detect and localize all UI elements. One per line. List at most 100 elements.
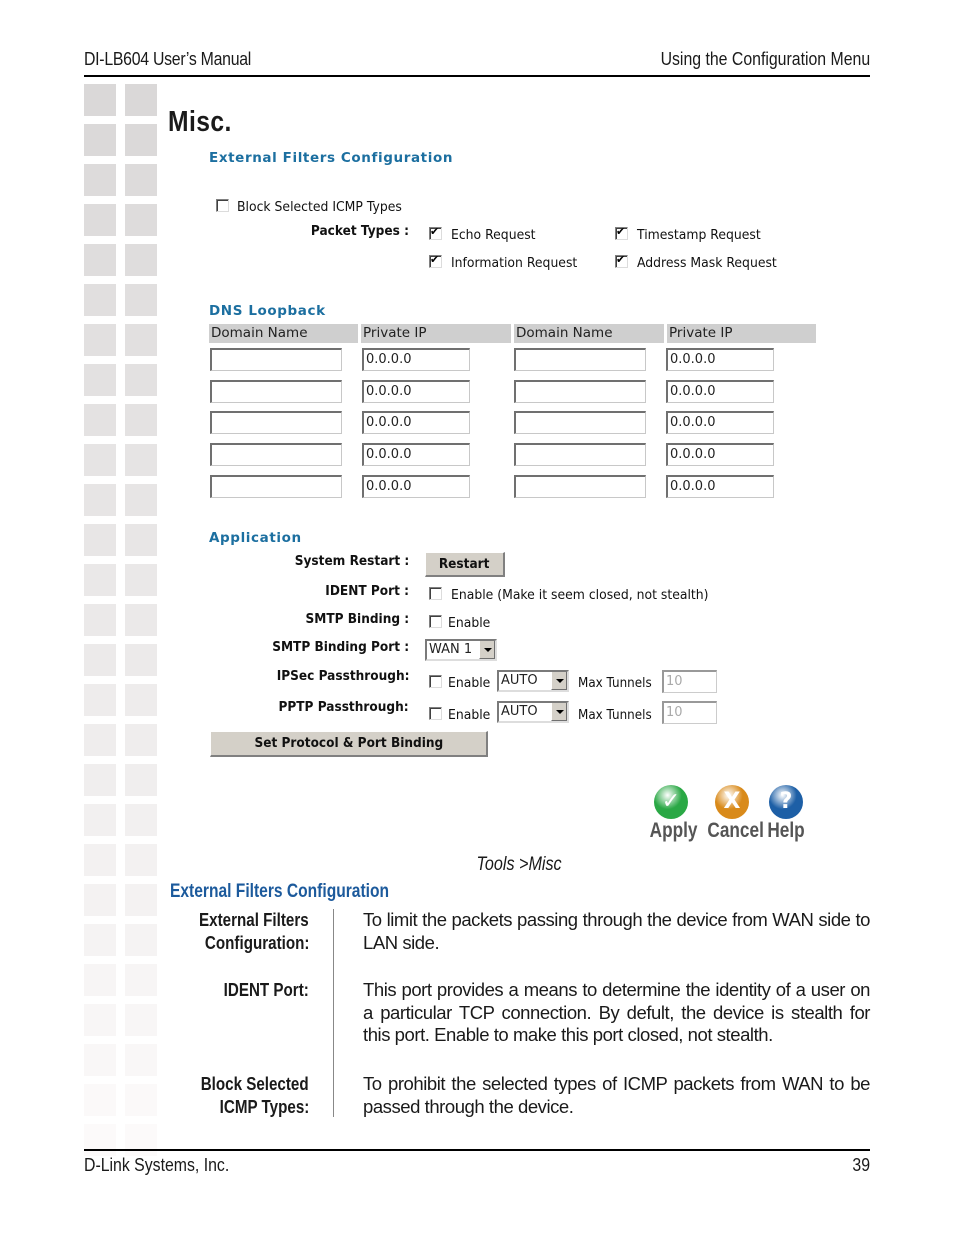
ipsec-enable-label: Enable	[448, 675, 491, 691]
private-ip-input[interactable]: 0.0.0.0	[362, 474, 470, 498]
decorative-square	[84, 964, 116, 996]
page-title: Misc.	[168, 106, 232, 138]
decorative-square	[84, 284, 116, 316]
private-ip-input[interactable]: 0.0.0.0	[362, 443, 470, 467]
domain-name-input[interactable]	[514, 379, 646, 403]
column-header: Domain Name	[209, 324, 358, 343]
decorative-square	[125, 764, 157, 796]
column-header: Private IP	[361, 324, 511, 343]
column-header: Private IP	[667, 324, 816, 343]
restart-button[interactable]: Restart	[425, 552, 505, 577]
decorative-square	[84, 164, 116, 196]
ipsec-max-tunnels-input[interactable]: 10	[662, 670, 717, 693]
private-ip-input[interactable]: 0.0.0.0	[666, 379, 774, 403]
close-icon: X	[715, 785, 749, 819]
block-icmp-checkbox[interactable]	[216, 199, 229, 212]
domain-name-input[interactable]	[514, 411, 646, 435]
domain-name-input[interactable]	[514, 443, 646, 467]
smtp-enable-checkbox[interactable]	[429, 615, 442, 628]
decorative-sidebar	[84, 84, 160, 1156]
timestamp-request-checkbox[interactable]	[615, 225, 628, 240]
private-ip-input[interactable]: 0.0.0.0	[666, 443, 774, 467]
chevron-down-icon[interactable]	[479, 641, 495, 659]
decorative-square	[84, 884, 116, 916]
decorative-square	[125, 964, 157, 996]
decorative-square	[84, 924, 116, 956]
apply-button[interactable]: ✓ Apply	[645, 785, 698, 843]
decorative-square	[125, 684, 157, 716]
cancel-button[interactable]: X Cancel	[702, 785, 764, 843]
private-ip-input[interactable]: 0.0.0.0	[362, 379, 470, 403]
help-icon: ?	[769, 785, 803, 819]
ipsec-enable-checkbox[interactable]	[429, 675, 442, 688]
domain-name-input[interactable]	[210, 411, 342, 435]
decorative-square	[84, 204, 116, 236]
decorative-square	[125, 404, 157, 436]
private-ip-input[interactable]: 0.0.0.0	[362, 411, 470, 435]
pptp-max-tunnels-input[interactable]: 10	[662, 701, 717, 724]
decorative-square	[84, 724, 116, 756]
set-binding-button-label: Set Protocol & Port Binding	[254, 735, 443, 751]
decorative-square	[125, 164, 157, 196]
set-protocol-port-binding-button[interactable]: Set Protocol & Port Binding	[210, 731, 488, 757]
dns-table-header: Domain Name Private IP Domain Name Priva…	[209, 324, 816, 343]
private-ip-input[interactable]: 0.0.0.0	[666, 411, 774, 435]
decorative-square	[84, 1124, 116, 1156]
description-heading: External Filters Configuration	[170, 881, 390, 902]
description-definition: To limit the packets passing through the…	[363, 909, 870, 953]
decorative-square	[125, 524, 157, 556]
pptp-mode-select[interactable]: AUTO	[497, 701, 569, 723]
smtp-binding-port-select[interactable]: WAN 1	[425, 639, 497, 661]
description-definition: This port provides a means to determine …	[363, 979, 870, 1045]
decorative-square	[125, 204, 157, 236]
application-heading: Application	[209, 530, 302, 546]
domain-name-input[interactable]	[210, 348, 342, 371]
private-ip-input[interactable]: 0.0.0.0	[666, 474, 774, 498]
domain-name-input[interactable]	[514, 348, 646, 371]
ident-enable-checkbox[interactable]	[429, 587, 442, 600]
description-term: IDENT Port:	[170, 979, 309, 1002]
domain-name-input[interactable]	[210, 443, 342, 467]
description-term: Block Selected ICMP Types:	[170, 1073, 309, 1118]
domain-name-input[interactable]	[514, 474, 646, 498]
header-divider	[84, 75, 870, 77]
address-mask-request-label: Address Mask Request	[637, 255, 777, 271]
decorative-square	[125, 884, 157, 916]
decorative-square	[125, 244, 157, 276]
decorative-square	[125, 1044, 157, 1076]
figure-caption: Tools >Misc	[0, 854, 954, 876]
ident-enable-label: Enable (Make it seem closed, not stealth…	[451, 587, 709, 603]
pptp-max-tunnels-label: Max Tunnels	[578, 708, 652, 723]
smtp-enable-label: Enable	[448, 615, 491, 631]
help-button[interactable]: ? Help	[761, 785, 811, 843]
decorative-square	[125, 84, 157, 116]
decorative-square	[84, 124, 116, 156]
private-ip-input[interactable]: 0.0.0.0	[362, 348, 470, 371]
decorative-square	[125, 1084, 157, 1116]
decorative-square	[84, 524, 116, 556]
decorative-square	[84, 244, 116, 276]
decorative-square	[84, 804, 116, 836]
information-request-label: Information Request	[451, 255, 578, 271]
decorative-square	[84, 684, 116, 716]
echo-request-checkbox[interactable]	[429, 225, 442, 240]
private-ip-input[interactable]: 0.0.0.0	[666, 348, 774, 371]
ipsec-mode-select[interactable]: AUTO	[497, 670, 569, 692]
domain-name-input[interactable]	[210, 379, 342, 403]
ident-port-label: IDENT Port :	[325, 583, 409, 599]
information-request-checkbox[interactable]	[429, 253, 442, 268]
decorative-square	[125, 644, 157, 676]
page-header: DI-LB604 User’s Manual Using the Configu…	[84, 47, 870, 77]
ipsec-passthrough-label: IPSec Passthrough:	[276, 668, 409, 684]
smtp-binding-label: SMTP Binding :	[305, 611, 409, 627]
block-icmp-label: Block Selected ICMP Types	[237, 199, 402, 215]
restart-button-label: Restart	[439, 556, 490, 572]
pptp-enable-checkbox[interactable]	[429, 707, 442, 720]
chevron-down-icon[interactable]	[551, 672, 567, 690]
ipsec-mode-value: AUTO	[501, 673, 538, 688]
packet-types-label: Packet Types :	[310, 223, 409, 239]
domain-name-input[interactable]	[210, 474, 342, 498]
address-mask-request-checkbox[interactable]	[615, 253, 628, 268]
decorative-square	[84, 1004, 116, 1036]
chevron-down-icon[interactable]	[551, 703, 567, 721]
